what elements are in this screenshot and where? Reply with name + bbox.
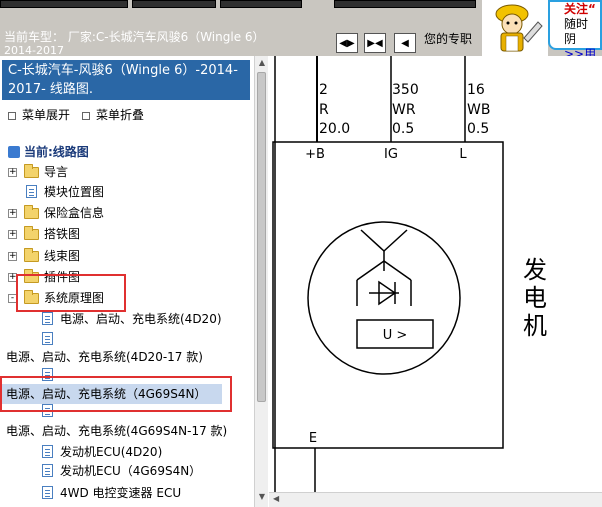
scroll-left-icon[interactable]: ◀	[273, 494, 279, 503]
highlight-box	[16, 274, 126, 312]
back-button[interactable]: ◀	[394, 33, 416, 53]
toolbar-button[interactable]	[334, 0, 476, 8]
expand-horizontal-button[interactable]: ◀▶	[336, 33, 358, 53]
voltage-regulator-label: U >	[383, 328, 408, 343]
component-name-char: 机	[523, 312, 547, 340]
wire-gauge: 20.0	[319, 121, 350, 137]
menu-collapse-label: 菜单折叠	[96, 108, 145, 122]
horizontal-scrollbar[interactable]: ◀	[269, 492, 602, 507]
pin-label: +B	[305, 147, 325, 162]
menu-expand-label: 菜单展开	[22, 108, 71, 122]
toolbar-button[interactable]	[0, 0, 128, 8]
wire-gauge: 0.5	[392, 121, 414, 137]
menu-collapse-icon	[82, 111, 90, 120]
document-icon	[26, 185, 37, 198]
vehicle-year: 2014-2017	[4, 44, 64, 56]
wire-color: R	[319, 102, 329, 118]
tree-item-ecu-4g69s4n[interactable]: 发动机ECU（4G69S4N）	[0, 461, 250, 481]
expand-icon[interactable]: +	[8, 168, 17, 177]
tree-item-fuse-box[interactable]: + 保险盒信息	[0, 203, 250, 223]
tree-item-label: 4WD 电控变速器 ECU	[60, 486, 182, 500]
toolbar-button[interactable]	[220, 0, 302, 8]
wire-color: WR	[392, 102, 416, 118]
tree-item-label: 线束图	[44, 249, 81, 263]
expand-icon[interactable]: +	[8, 230, 17, 239]
book-icon	[8, 146, 20, 158]
wiring-diagram: U > 2 R 20.0 350 WR 0.5 16 WB 0.5 +B IG …	[272, 56, 547, 492]
scrollbar-thumb[interactable]	[257, 72, 266, 402]
component-name-char: 电	[523, 284, 547, 312]
folder-icon	[24, 205, 39, 219]
menu-expand-option[interactable]: 菜单展开	[8, 106, 70, 123]
document-icon	[42, 486, 53, 499]
highlight-box	[0, 376, 232, 412]
tree-item-label: 发动机ECU(4D20)	[60, 445, 163, 459]
pin-label: IG	[384, 147, 398, 162]
tree-item-label: 模块位置图	[44, 185, 105, 199]
folder-icon	[24, 226, 39, 240]
tree-item-intro[interactable]: + 导言	[0, 162, 250, 182]
tree-item-power-4d20[interactable]: 电源、启动、充电系统(4D20)	[0, 309, 250, 329]
notice-title: 关注“	[564, 2, 596, 16]
collapse-horizontal-button[interactable]: ▶◀	[364, 33, 386, 53]
vertical-scrollbar[interactable]: ▲ ▼	[254, 56, 268, 507]
mascot-icon	[482, 0, 548, 56]
tree-item-label: 搭铁图	[44, 227, 81, 241]
vehicle-info: 当前车型： 厂家:C-长城汽车风骏6（Wingle 6）	[4, 30, 265, 44]
wire-gauge: 0.5	[467, 121, 489, 137]
tree-item-label: 发动机ECU（4G69S4N）	[60, 464, 202, 478]
folder-icon	[24, 164, 39, 178]
tree-item-4wd-ecu[interactable]: 4WD 电控变速器 ECU	[0, 483, 250, 503]
tree-item-label: 电源、启动、充电系统(4D20)	[60, 312, 222, 326]
diagram-panel: U > 2 R 20.0 350 WR 0.5 16 WB 0.5 +B IG …	[269, 56, 602, 507]
document-icon	[42, 312, 53, 325]
document-icon	[42, 464, 53, 477]
panel-title: C-长城汽车-风骏6（Wingle 6）-2014-2017- 线路图.	[2, 60, 250, 100]
tree-item-label: 电源、启动、充电系统(4G69S4N-17 款)	[6, 424, 228, 438]
navigation-panel: C-长城汽车-风骏6（Wingle 6）-2014-2017- 线路图. 菜单展…	[0, 56, 268, 507]
scroll-up-icon[interactable]: ▲	[257, 58, 267, 70]
tree-item-label: 电源、启动、充电系统(4D20-17 款)	[6, 350, 203, 364]
ground-pin-label: E	[309, 431, 317, 446]
tree-item-power-4d20-17[interactable]: 电源、启动、充电系统(4D20-17 款)	[0, 347, 250, 367]
current-location-label: 当前:线路图	[24, 145, 89, 159]
tree-item-module-location[interactable]: 模块位置图	[0, 182, 250, 202]
component-name-char: 发	[523, 256, 547, 284]
tree-item-label: 导言	[44, 165, 69, 179]
pin-label: L	[459, 147, 467, 162]
top-toolbar: 当前车型： 厂家:C-长城汽车风骏6（Wingle 6） 2014-2017 ◀…	[0, 0, 602, 61]
wire-number: 2	[319, 82, 328, 98]
expand-icon[interactable]: +	[8, 252, 17, 261]
notice-text: 随时 阴	[564, 17, 589, 46]
tree-item-power-4g69s4n-17[interactable]: 电源、启动、充电系统(4G69S4N-17 款)	[0, 421, 250, 441]
menu-expand-icon	[8, 111, 16, 120]
notice-bubble: 关注“ 随时 阴 >>用	[548, 0, 602, 61]
tree-item-ground[interactable]: + 搭铁图	[0, 224, 250, 244]
wire-number: 350	[392, 82, 419, 98]
toolbar-button[interactable]	[132, 0, 216, 8]
tree-item-harness[interactable]: + 线束图	[0, 246, 250, 266]
folder-icon	[24, 248, 39, 262]
expand-icon[interactable]: +	[8, 209, 17, 218]
promo-text: 您的专职	[424, 32, 473, 46]
document-icon	[42, 332, 53, 345]
document-icon	[42, 445, 53, 458]
menu-collapse-option[interactable]: 菜单折叠	[82, 106, 144, 123]
wire-color: WB	[467, 102, 490, 118]
tree-item-ecu-4d20[interactable]: 发动机ECU(4D20)	[0, 442, 250, 462]
wire-number: 16	[467, 82, 485, 98]
scroll-down-icon[interactable]: ▼	[257, 492, 267, 504]
tree-item-label: 保险盒信息	[44, 206, 105, 220]
